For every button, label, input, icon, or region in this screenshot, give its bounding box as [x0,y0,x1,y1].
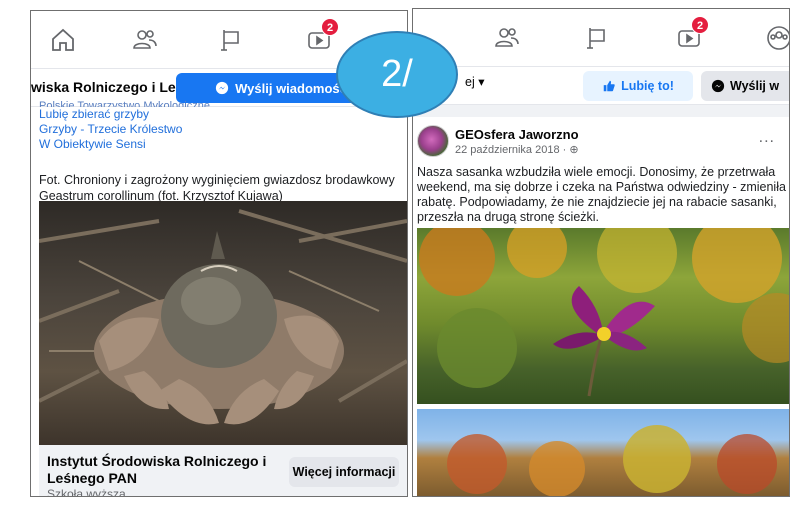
messenger-icon [711,79,725,93]
like-page-button[interactable]: Lubię to! [583,71,693,101]
garden-photo[interactable] [417,409,789,496]
flag-icon[interactable] [217,26,245,54]
watch-icon[interactable]: 2 [305,18,339,54]
slide-counter-badge: 2/ [336,31,458,118]
slide-counter: 2/ [381,53,413,95]
like-label: Lubię to! [621,79,674,93]
post-description: Fot. Chroniony i zagrożony wyginięciem g… [39,173,395,203]
thumbs-up-icon [603,80,615,92]
pasqueflower-photo[interactable] [417,228,789,404]
org-category: Szkoła wyższa [47,487,126,497]
send-message-button[interactable]: Wyślij w [701,71,789,101]
right-screenshot: 2 ej ▾ Lubię to! Wyślij w GEOsfera Jawor… [412,8,790,497]
top-nav-bar: 2 [413,9,789,67]
send-message-label: Wyślij w [730,79,780,93]
notification-badge: 2 [321,18,339,36]
related-page-link-cut[interactable]: Polskie Towarzystwo Mykologiczne [39,99,210,107]
feed-separator [413,105,789,117]
related-page-link[interactable]: W Obiektywie Sensi [39,137,210,152]
post-header: GEOsfera Jaworzno 22 października 2018 ·… [417,125,789,161]
earthstar-fungus-photo[interactable] [39,201,407,445]
groups-icon[interactable] [765,24,789,52]
more-options-icon[interactable]: ... [759,129,775,147]
avatar[interactable] [417,125,449,157]
more-info-button[interactable]: Więcej informacji [289,457,399,487]
flag-icon[interactable] [583,24,611,52]
messenger-icon [216,81,229,95]
post-text: Nasza sasanka wzbudziła wiele emocji. Do… [417,165,786,224]
send-message-label: Wyślij wiadomość [235,80,347,96]
page-action-bar: ej ▾ Lubię to! Wyślij w [413,67,789,105]
notification-badge: 2 [691,16,709,34]
friends-icon[interactable] [131,26,159,54]
friends-icon[interactable] [493,24,521,52]
follow-dropdown[interactable]: ej ▾ [465,74,484,89]
post-author[interactable]: GEOsfera Jaworzno [455,127,579,142]
related-pages-list: Polskie Towarzystwo Mykologiczne Lubię z… [39,100,210,152]
related-page-link[interactable]: Lubię zbierać grzyby [39,107,210,122]
related-page-link[interactable]: Grzyby - Trzecie Królestwo [39,122,210,137]
watch-icon[interactable]: 2 [675,16,709,52]
page-title: wiska Rolniczego i Le... [31,79,188,95]
page-info-card: Instytut Środowiska Rolniczego i Leśnego… [39,445,407,497]
home-icon[interactable] [49,26,77,54]
post-timestamp[interactable]: 22 października 2018 · ⊕ [455,143,579,156]
globe-icon: ⊕ [569,144,579,156]
org-name[interactable]: Instytut Środowiska Rolniczego i Leśnego… [47,453,277,487]
